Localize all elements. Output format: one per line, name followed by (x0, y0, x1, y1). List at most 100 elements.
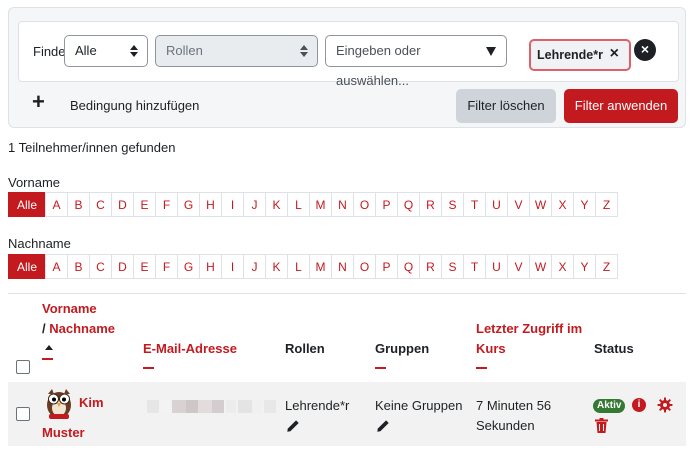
name-column-header: Vorname / Nachname (42, 299, 115, 360)
lastname-initial-n[interactable]: N (331, 254, 354, 279)
info-icon[interactable]: i (632, 398, 646, 412)
firstname-initial-u[interactable]: U (485, 192, 508, 217)
lastaccess-sort-link-line2[interactable]: Kurs (476, 341, 506, 356)
hide-column-icon[interactable] (375, 367, 386, 369)
select-all-checkbox[interactable] (16, 360, 30, 374)
firstname-initial-t[interactable]: T (463, 192, 486, 217)
firstname-initial-g[interactable]: G (177, 192, 200, 217)
select-caret-icon (300, 45, 308, 57)
lastname-initial-e[interactable]: E (133, 254, 156, 279)
email-column-header: E-Mail-Adresse (143, 339, 237, 369)
lastname-initial-u[interactable]: U (485, 254, 508, 279)
status-column-header: Status (594, 341, 634, 356)
value-placeholder: Eingeben oder auswählen... (336, 43, 421, 88)
lastname-initial-c[interactable]: C (89, 254, 112, 279)
pencil-icon[interactable] (286, 419, 300, 433)
clear-filters-button[interactable]: Filter löschen (456, 89, 556, 123)
lastaccess-sort-link[interactable]: Letzter Zugriff im (476, 321, 582, 336)
value-autocomplete[interactable]: Eingeben oder auswählen... (325, 35, 507, 88)
firstname-initial-r[interactable]: R (419, 192, 442, 217)
firstname-initial-a[interactable]: A (45, 192, 68, 217)
firstname-initial-z[interactable]: Z (595, 192, 618, 217)
user-groups: Keine Gruppen (375, 398, 463, 413)
firstname-initial-j[interactable]: J (243, 192, 266, 217)
status-badge: Aktiv (593, 399, 626, 413)
remove-condition-icon[interactable]: × (634, 39, 656, 61)
groups-column-header: Gruppen (375, 339, 429, 369)
lastname-initial-j[interactable]: J (243, 254, 266, 279)
firstname-initial-o[interactable]: O (353, 192, 376, 217)
lastname-initial-w[interactable]: W (529, 254, 552, 279)
firstname-initial-m[interactable]: M (309, 192, 332, 217)
lastname-initial-i[interactable]: I (221, 254, 244, 279)
firstname-initial-b[interactable]: B (67, 192, 90, 217)
firstname-initial-alle[interactable]: Alle (8, 192, 46, 217)
user-lastname-link[interactable]: Muster (42, 423, 85, 443)
firstname-initial-k[interactable]: K (265, 192, 288, 217)
lastname-initial-alle[interactable]: Alle (8, 254, 46, 279)
firstname-initial-h[interactable]: H (199, 192, 222, 217)
plus-icon[interactable]: + (32, 91, 45, 113)
user-role: Lehrende*r (285, 398, 350, 413)
trash-icon[interactable] (595, 418, 608, 433)
firstname-initial-q[interactable]: Q (397, 192, 420, 217)
firstname-initial-c[interactable]: C (89, 192, 112, 217)
apply-filters-button[interactable]: Filter anwenden (564, 89, 678, 123)
hide-column-icon[interactable] (42, 358, 53, 360)
lastname-initial-k[interactable]: K (265, 254, 288, 279)
selected-role-tag[interactable]: Lehrende*r × (529, 39, 631, 71)
firstname-sort-link[interactable]: Vorname (42, 301, 97, 316)
lastname-initial-d[interactable]: D (111, 254, 134, 279)
firstname-initial-f[interactable]: F (155, 192, 178, 217)
lastname-initial-f[interactable]: F (155, 254, 178, 279)
lastname-sort-link[interactable]: Nachname (49, 321, 115, 336)
lastname-initial-y[interactable]: Y (573, 254, 596, 279)
lastname-initial-r[interactable]: R (419, 254, 442, 279)
type-select-value: Rollen (166, 43, 203, 58)
lastaccess-column-header: Letzter Zugriff im Kurs (476, 319, 582, 369)
firstname-initial-p[interactable]: P (375, 192, 398, 217)
hide-column-icon[interactable] (476, 367, 487, 369)
firstname-initial-l[interactable]: L (287, 192, 310, 217)
pencil-icon[interactable] (376, 419, 390, 433)
match-select[interactable]: Alle (64, 35, 148, 67)
match-label: Finde (33, 44, 66, 59)
lastname-initial-p[interactable]: P (375, 254, 398, 279)
firstname-initial-d[interactable]: D (111, 192, 134, 217)
lastname-initial-q[interactable]: Q (397, 254, 420, 279)
lastname-initial-x[interactable]: X (551, 254, 574, 279)
firstname-initial-y[interactable]: Y (573, 192, 596, 217)
lastname-initial-h[interactable]: H (199, 254, 222, 279)
match-select-value: Alle (75, 43, 97, 58)
lastname-initial-t[interactable]: T (463, 254, 486, 279)
firstname-initial-s[interactable]: S (441, 192, 464, 217)
lastname-initial-a[interactable]: A (45, 254, 68, 279)
firstname-initial-x[interactable]: X (551, 192, 574, 217)
lastname-initial-o[interactable]: O (353, 254, 376, 279)
user-firstname-link[interactable]: Kim (79, 393, 104, 413)
lastname-initial-l[interactable]: L (287, 254, 310, 279)
firstname-initial-e[interactable]: E (133, 192, 156, 217)
tag-remove-icon[interactable]: × (610, 45, 619, 63)
lastname-initial-z[interactable]: Z (595, 254, 618, 279)
divider (8, 293, 686, 294)
firstname-initial-w[interactable]: W (529, 192, 552, 217)
type-select[interactable]: Rollen (155, 35, 318, 67)
firstname-initial-n[interactable]: N (331, 192, 354, 217)
lastname-initial-m[interactable]: M (309, 254, 332, 279)
lastname-initial-v[interactable]: V (507, 254, 530, 279)
lastname-initial-b[interactable]: B (67, 254, 90, 279)
email-sort-link[interactable]: E-Mail-Adresse (143, 341, 237, 356)
firstname-initial-v[interactable]: V (507, 192, 530, 217)
lastname-initial-s[interactable]: S (441, 254, 464, 279)
hide-column-icon[interactable] (143, 367, 154, 369)
name-separator: / (42, 321, 46, 336)
firstname-initial-i[interactable]: I (221, 192, 244, 217)
add-condition-link[interactable]: Bedingung hinzufügen (70, 98, 199, 113)
gear-icon[interactable] (657, 397, 673, 413)
lastname-initial-g[interactable]: G (177, 254, 200, 279)
row-select-checkbox[interactable] (16, 407, 30, 421)
avatar[interactable] (42, 386, 76, 420)
dropdown-arrow-icon[interactable] (486, 47, 496, 56)
results-count: 1 Teilnehmer/innen gefunden (8, 140, 176, 155)
